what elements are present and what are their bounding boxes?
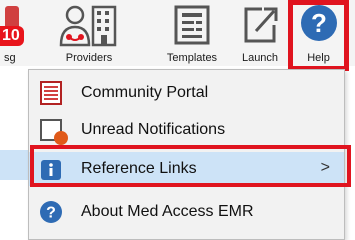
menu-item-label: Unread Notifications (81, 121, 226, 138)
providers-icon (59, 5, 117, 47)
toolbar-messages[interactable]: 10 sg (0, 0, 28, 66)
toolbar-launch-label: Launch (241, 52, 279, 64)
toolbar-providers[interactable]: Providers (50, 0, 128, 66)
question-icon: ? (40, 201, 62, 223)
toolbar-templates[interactable]: Templates (150, 0, 234, 66)
background-row-highlight (0, 150, 28, 180)
svg-text:?: ? (46, 205, 56, 222)
menu-item-community-portal[interactable]: Community Portal (29, 76, 344, 110)
menu-item-label: About Med Access EMR (81, 203, 254, 220)
toolbar-launch[interactable]: Launch (234, 0, 286, 66)
toolbar-templates-label: Templates (166, 52, 218, 64)
menu-item-unread-notifications[interactable]: Unread Notifications (29, 113, 344, 147)
menu-item-label: Community Portal (81, 84, 209, 101)
launch-icon (244, 7, 278, 43)
toolbar-messages-label: sg (4, 52, 16, 64)
help-callout-box (288, 0, 349, 71)
notification-badge: 10 (0, 26, 24, 46)
notification-icon (40, 119, 68, 145)
templates-icon (174, 5, 210, 45)
menu-item-about[interactable]: ? About Med Access EMR (29, 195, 344, 229)
reference-links-callout-box (30, 145, 351, 187)
document-icon (40, 81, 62, 105)
toolbar-providers-label: Providers (65, 52, 113, 64)
